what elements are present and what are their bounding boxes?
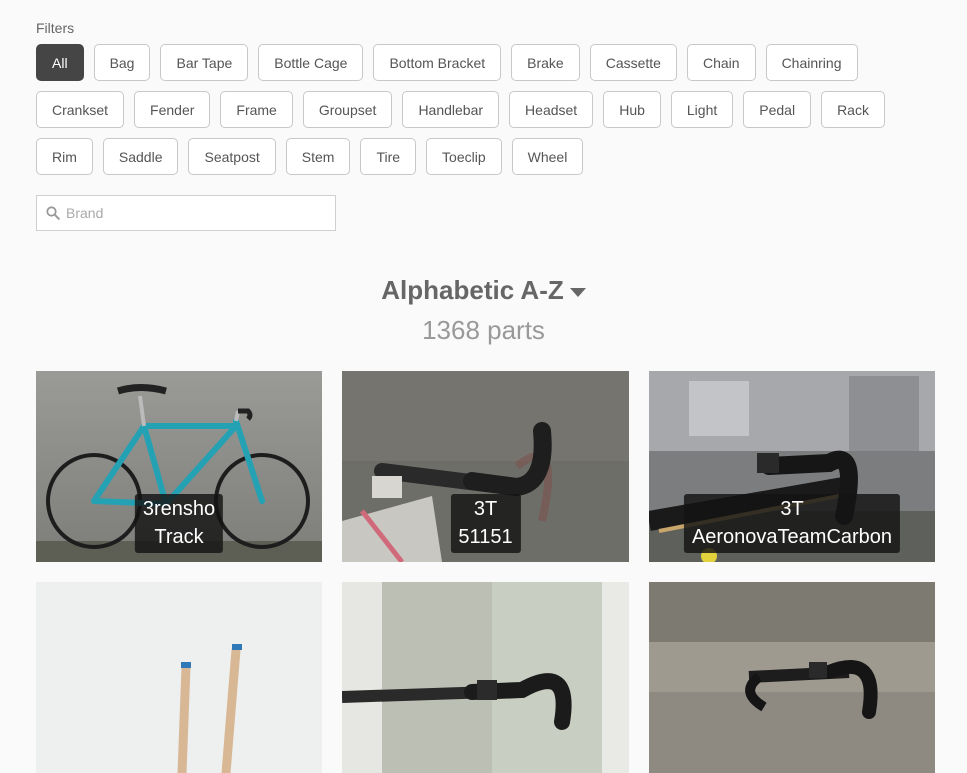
filter-chip-all[interactable]: All bbox=[36, 44, 84, 81]
filter-chip-brake[interactable]: Brake bbox=[511, 44, 580, 81]
part-card[interactable] bbox=[342, 582, 629, 773]
filter-chip-headset[interactable]: Headset bbox=[509, 91, 594, 128]
brand-search-input[interactable] bbox=[66, 205, 306, 221]
filter-chip-hub[interactable]: Hub bbox=[603, 91, 661, 128]
caret-down-icon bbox=[569, 287, 586, 297]
part-caption: 3rensho Track bbox=[134, 494, 224, 553]
search-icon bbox=[46, 206, 60, 220]
sort-area: Alphabetic A-Z bbox=[0, 275, 967, 306]
filter-chip-bar-tape[interactable]: Bar Tape bbox=[160, 44, 249, 81]
parts-count: 1368 parts bbox=[422, 315, 545, 345]
filter-chip-list: All Bag Bar Tape Bottle Cage Bottom Bracket B… bbox=[36, 44, 936, 175]
part-model: AeronovaTeamCarbon bbox=[691, 526, 893, 548]
filter-chip-saddle[interactable]: Saddle bbox=[102, 138, 179, 175]
filter-chip-light[interactable]: Light bbox=[670, 91, 734, 128]
filter-chip-pedal[interactable]: Pedal bbox=[743, 91, 812, 128]
part-caption: 3T 51151 bbox=[450, 494, 521, 553]
filter-chip-bottom-bracket[interactable]: Bottom Bracket bbox=[373, 44, 502, 81]
part-photo bbox=[649, 582, 935, 773]
part-card[interactable]: 3T 51151 bbox=[342, 371, 629, 562]
brand-search-box[interactable] bbox=[36, 195, 336, 231]
filter-chip-bottle-cage[interactable]: Bottle Cage bbox=[258, 44, 364, 81]
filter-chip-tire[interactable]: Tire bbox=[360, 138, 417, 175]
filter-chip-fender[interactable]: Fender bbox=[134, 91, 211, 128]
part-model: Track bbox=[154, 526, 204, 548]
part-brand: 3T bbox=[780, 498, 804, 520]
part-brand: 3T bbox=[473, 498, 498, 520]
filter-chip-handlebar[interactable]: Handlebar bbox=[402, 91, 500, 128]
filter-chip-rack[interactable]: Rack bbox=[821, 91, 885, 128]
filter-chip-stem[interactable]: Stem bbox=[285, 138, 351, 175]
filter-chip-crankset[interactable]: Crankset bbox=[36, 91, 125, 128]
filter-chip-wheel[interactable]: Wheel bbox=[511, 138, 584, 175]
sort-label: Alphabetic A-Z bbox=[381, 275, 564, 305]
filter-chip-toeclip[interactable]: Toeclip bbox=[426, 138, 502, 175]
part-card[interactable]: 3T AeronovaTeamCarbon bbox=[649, 371, 935, 562]
filter-chip-groupset[interactable]: Groupset bbox=[302, 91, 393, 128]
part-card[interactable] bbox=[649, 582, 935, 773]
part-card[interactable]: 3rensho Track bbox=[36, 371, 322, 562]
filter-chip-cassette[interactable]: Cassette bbox=[589, 44, 677, 81]
part-card[interactable] bbox=[36, 582, 322, 773]
part-brand: 3rensho bbox=[142, 498, 216, 520]
part-photo bbox=[342, 582, 629, 773]
filter-chip-frame[interactable]: Frame bbox=[220, 91, 293, 128]
filter-chip-seatpost[interactable]: Seatpost bbox=[188, 138, 276, 175]
filter-chip-rim[interactable]: Rim bbox=[36, 138, 93, 175]
filters-label: Filters bbox=[36, 20, 75, 36]
parts-grid: 3rensho Track 3T 51151 3T AeronovaTeamCa… bbox=[36, 371, 935, 773]
filter-chip-bag[interactable]: Bag bbox=[93, 44, 151, 81]
sort-dropdown[interactable]: Alphabetic A-Z bbox=[381, 275, 586, 306]
filter-chip-chain[interactable]: Chain bbox=[686, 44, 756, 81]
part-caption: 3T AeronovaTeamCarbon bbox=[683, 494, 901, 553]
filter-chip-chainring[interactable]: Chainring bbox=[765, 44, 858, 81]
part-photo bbox=[36, 582, 322, 773]
part-model: 51151 bbox=[458, 526, 513, 548]
